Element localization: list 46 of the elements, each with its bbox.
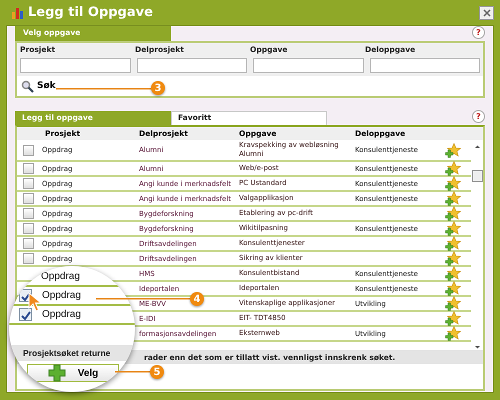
bar-chart-icon (12, 6, 24, 18)
star-plus-icon[interactable] (445, 236, 461, 251)
checkmark-icon (20, 310, 32, 322)
star-plus-icon[interactable] (445, 266, 461, 281)
table-cell: Oppdrag (42, 309, 81, 320)
status-message: Prosjektsøket returne (9, 345, 135, 361)
checkbox[interactable] (22, 253, 34, 264)
help-button[interactable]: ? (472, 26, 485, 39)
input-field[interactable] (370, 58, 480, 73)
checkbox[interactable] (22, 163, 34, 174)
star-plus-icon[interactable] (445, 176, 461, 191)
select-button[interactable]: Velg (27, 364, 119, 382)
input-field[interactable] (136, 58, 247, 73)
star-plus-icon[interactable] (445, 206, 461, 221)
help-button[interactable]: ? (472, 110, 485, 123)
star-plus-icon[interactable] (445, 326, 461, 341)
table-cell: Oppdrag (42, 290, 81, 301)
checkbox[interactable] (22, 223, 34, 234)
star-plus-icon[interactable] (445, 142, 461, 158)
star-plus-icon[interactable] (445, 251, 461, 266)
close-button[interactable] (479, 6, 494, 20)
input-field[interactable] (253, 58, 364, 73)
scroll-thumb[interactable] (472, 170, 482, 182)
star-plus-icon[interactable] (445, 221, 461, 236)
checkbox[interactable] (22, 144, 34, 156)
input-field[interactable] (20, 58, 130, 73)
leader-line (115, 371, 151, 373)
window-title: Legg til Oppgave (28, 5, 153, 20)
star-plus-icon[interactable] (445, 161, 461, 176)
star-plus-icon[interactable] (445, 281, 461, 296)
scroll-up-icon[interactable] (472, 144, 482, 150)
search-button[interactable]: Søk (21, 80, 56, 92)
star-plus-icon[interactable] (445, 311, 461, 326)
checkbox[interactable] (19, 308, 32, 321)
checkbox[interactable] (22, 208, 34, 219)
checkbox[interactable] (22, 178, 34, 189)
search-icon (21, 80, 34, 92)
cursor-icon (28, 292, 42, 312)
checkbox[interactable] (22, 193, 34, 204)
checkmark-icon (20, 291, 32, 303)
star-plus-icon[interactable] (445, 191, 461, 206)
table-cell: Oppdrag (41, 271, 80, 282)
plus-icon (48, 364, 66, 382)
close-icon (482, 8, 490, 16)
checkbox[interactable] (22, 238, 34, 249)
star-plus-icon[interactable] (445, 296, 461, 311)
